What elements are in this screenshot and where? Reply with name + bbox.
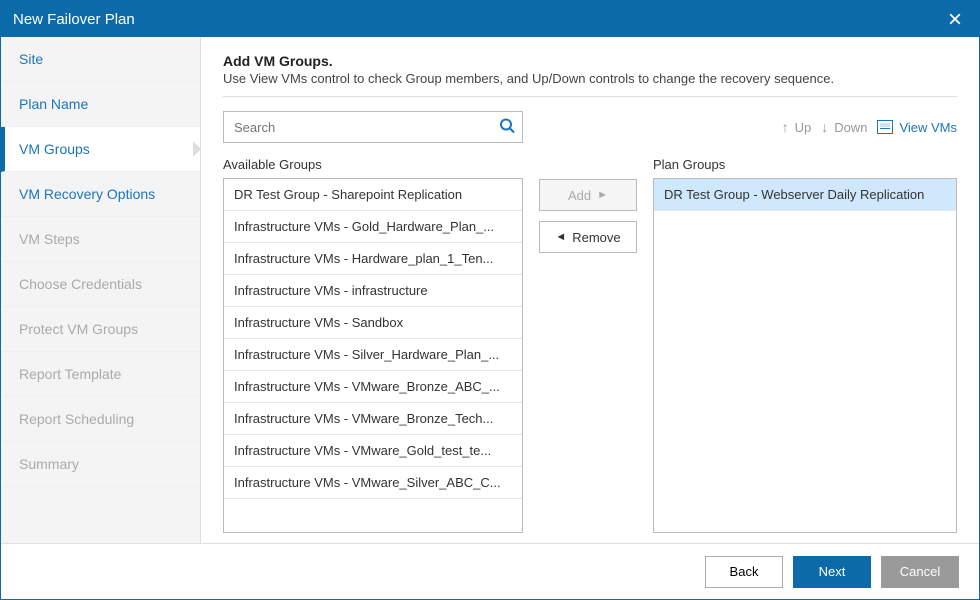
- close-icon: [949, 13, 961, 25]
- back-button[interactable]: Back: [705, 556, 783, 588]
- list-item[interactable]: Infrastructure VMs - infrastructure: [224, 275, 522, 307]
- next-button[interactable]: Next: [793, 556, 871, 588]
- step-report-scheduling: Report Scheduling: [1, 397, 200, 442]
- list-item[interactable]: Infrastructure VMs - VMware_Silver_ABC_C…: [224, 467, 522, 499]
- list-item[interactable]: Infrastructure VMs - Silver_Hardware_Pla…: [224, 339, 522, 371]
- step-label: Plan Name: [19, 96, 88, 112]
- arrow-down-icon: ↓: [821, 119, 828, 135]
- step-choose-credentials: Choose Credentials: [1, 262, 200, 307]
- move-down-label: Down: [834, 120, 867, 135]
- step-plan-name[interactable]: Plan Name: [1, 82, 200, 127]
- main-panel: Add VM Groups. Use View VMs control to c…: [201, 37, 979, 543]
- step-label: VM Steps: [19, 231, 80, 247]
- lists-row: Available Groups DR Test Group - Sharepo…: [223, 155, 957, 533]
- chevron-right-icon: ►: [597, 189, 608, 201]
- footer: Back Next Cancel: [1, 543, 979, 599]
- titlebar: New Failover Plan: [1, 1, 979, 37]
- cancel-button[interactable]: Cancel: [881, 556, 959, 588]
- body: Site Plan Name VM Groups VM Recovery Opt…: [1, 37, 979, 543]
- available-column: Available Groups DR Test Group - Sharepo…: [223, 155, 523, 533]
- page-subheading: Use View VMs control to check Group memb…: [223, 71, 957, 86]
- divider: [223, 96, 957, 97]
- step-label: Summary: [19, 456, 79, 472]
- view-vms-label: View VMs: [899, 120, 957, 135]
- chevron-left-icon: ◄: [555, 231, 566, 243]
- plan-groups-list[interactable]: DR Test Group - Webserver Daily Replicat…: [653, 178, 957, 533]
- list-item[interactable]: Infrastructure VMs - Hardware_plan_1_Ten…: [224, 243, 522, 275]
- step-label: Site: [19, 51, 43, 67]
- list-item[interactable]: Infrastructure VMs - VMware_Bronze_Tech.…: [224, 403, 522, 435]
- close-button[interactable]: [943, 7, 967, 31]
- remove-button[interactable]: ◄ Remove: [539, 221, 637, 253]
- list-item[interactable]: Infrastructure VMs - VMware_Bronze_ABC_.…: [224, 371, 522, 403]
- move-up-button[interactable]: ↑ Up: [782, 119, 812, 135]
- step-summary: Summary: [1, 442, 200, 487]
- step-label: Choose Credentials: [19, 276, 142, 292]
- list-item[interactable]: Infrastructure VMs - VMware_Gold_test_te…: [224, 435, 522, 467]
- list-item[interactable]: DR Test Group - Sharepoint Replication: [224, 179, 522, 211]
- search-wrap: [223, 111, 523, 143]
- step-label: Protect VM Groups: [19, 321, 138, 337]
- wizard-window: New Failover Plan Site Plan Name VM Grou…: [0, 0, 980, 600]
- move-up-label: Up: [795, 120, 812, 135]
- search-input[interactable]: [223, 111, 523, 143]
- page-heading: Add VM Groups.: [223, 53, 957, 69]
- step-vm-steps: VM Steps: [1, 217, 200, 262]
- transfer-column: Add ► ◄ Remove: [539, 155, 637, 533]
- list-item[interactable]: Infrastructure VMs - Gold_Hardware_Plan_…: [224, 211, 522, 243]
- step-label: VM Recovery Options: [19, 186, 155, 202]
- wizard-steps-sidebar: Site Plan Name VM Groups VM Recovery Opt…: [1, 37, 201, 543]
- step-site[interactable]: Site: [1, 37, 200, 82]
- step-label: Report Template: [19, 366, 121, 382]
- move-down-button[interactable]: ↓ Down: [821, 119, 867, 135]
- toolbar: ↑ Up ↓ Down View VMs: [223, 111, 957, 143]
- view-vms-icon: [877, 120, 893, 134]
- step-label: Report Scheduling: [19, 411, 134, 427]
- plan-groups-title: Plan Groups: [653, 157, 957, 172]
- plan-column: Plan Groups DR Test Group - Webserver Da…: [653, 155, 957, 533]
- step-vm-groups[interactable]: VM Groups: [1, 127, 200, 172]
- step-report-template: Report Template: [1, 352, 200, 397]
- list-item[interactable]: DR Test Group - Webserver Daily Replicat…: [654, 179, 956, 211]
- list-item[interactable]: Infrastructure VMs - Sandbox: [224, 307, 522, 339]
- arrow-up-icon: ↑: [782, 119, 789, 135]
- available-groups-title: Available Groups: [223, 157, 523, 172]
- view-vms-button[interactable]: View VMs: [877, 120, 957, 135]
- step-label: VM Groups: [19, 141, 90, 157]
- remove-button-label: Remove: [572, 230, 620, 245]
- add-button[interactable]: Add ►: [539, 179, 637, 211]
- window-title: New Failover Plan: [13, 11, 943, 28]
- available-groups-list[interactable]: DR Test Group - Sharepoint Replication I…: [223, 178, 523, 533]
- step-protect-vm-groups: Protect VM Groups: [1, 307, 200, 352]
- add-button-label: Add: [568, 188, 591, 203]
- search-icon[interactable]: [499, 118, 515, 137]
- step-vm-recovery-options[interactable]: VM Recovery Options: [1, 172, 200, 217]
